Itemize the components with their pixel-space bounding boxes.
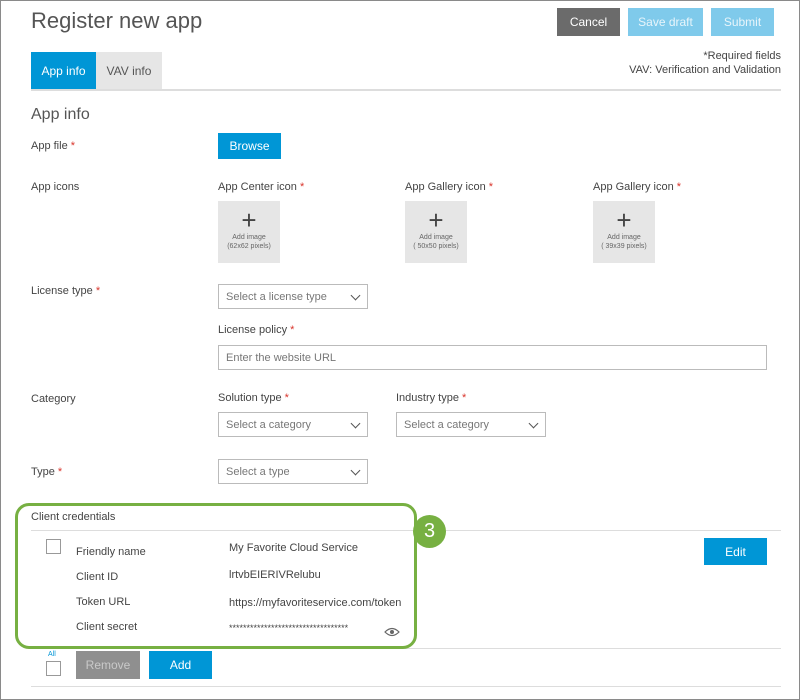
select-all-checkbox[interactable]: [46, 661, 61, 676]
required-asterisk: *: [462, 392, 467, 404]
type-label: Type *: [31, 466, 62, 478]
license-policy-url-input[interactable]: Enter the website URL: [218, 345, 767, 370]
industry-type-label-text: Industry type: [396, 392, 459, 404]
app-gallery-icon-upload-39[interactable]: + Add image ( 39x39 pixels): [593, 201, 655, 263]
plus-icon: +: [616, 205, 632, 235]
add-button[interactable]: Add: [149, 651, 212, 679]
required-asterisk: *: [290, 324, 295, 336]
app-gallery-icon-upload-50[interactable]: + Add image ( 50x50 pixels): [405, 201, 467, 263]
app-file-label: App file *: [31, 140, 75, 152]
license-type-select[interactable]: Select a license type: [218, 284, 368, 309]
license-type-label: License type *: [31, 285, 100, 297]
image-size-label: ( 50x50 pixels): [413, 243, 459, 250]
required-asterisk: *: [57, 466, 63, 478]
save-draft-button[interactable]: Save draft: [628, 8, 703, 36]
app-gallery-icon-label: App Gallery icon *: [405, 181, 493, 193]
industry-type-label: Industry type *: [396, 392, 466, 404]
solution-type-label-text: Solution type: [218, 392, 282, 404]
app-icons-label: App icons: [31, 181, 80, 193]
solution-type-select[interactable]: Select a category: [218, 412, 368, 437]
industry-type-select[interactable]: Select a category: [396, 412, 546, 437]
category-label: Category: [31, 393, 76, 405]
app-gallery-icon-label-text: App Gallery icon: [405, 181, 486, 193]
select-all-label: All: [48, 651, 56, 658]
page-title: Register new app: [31, 8, 203, 33]
app-center-icon-label: App Center icon *: [218, 181, 304, 193]
plus-icon: +: [428, 205, 444, 235]
chevron-down-icon: [528, 418, 539, 429]
tab-divider: [31, 89, 781, 91]
type-value: Select a type: [226, 465, 290, 478]
callout-highlight-box: [15, 503, 417, 649]
app-file-label-text: App file: [31, 140, 68, 152]
app-gallery-icon-label-text: App Gallery icon: [593, 181, 674, 193]
industry-type-value: Select a category: [404, 418, 489, 431]
bottom-divider: [31, 686, 781, 687]
edit-button[interactable]: Edit: [704, 538, 767, 565]
license-policy-label-text: License policy: [218, 324, 288, 336]
chevron-down-icon: [350, 290, 361, 301]
license-type-label-text: License type: [31, 285, 93, 297]
tab-app-info[interactable]: App info: [31, 52, 96, 89]
plus-icon: +: [241, 205, 257, 235]
app-center-icon-label-text: App Center icon: [218, 181, 297, 193]
type-select[interactable]: Select a type: [218, 459, 368, 484]
add-image-label: Add image: [232, 234, 266, 241]
required-asterisk: *: [676, 181, 682, 193]
required-asterisk: *: [299, 181, 305, 193]
required-asterisk: *: [284, 392, 289, 404]
browse-button[interactable]: Browse: [218, 133, 281, 159]
vav-note: VAV: Verification and Validation: [629, 64, 781, 76]
type-label-text: Type: [31, 466, 55, 478]
remove-button[interactable]: Remove: [76, 651, 140, 679]
app-gallery-icon-label-small: App Gallery icon *: [593, 181, 681, 193]
chevron-down-icon: [350, 465, 361, 476]
callout-number-badge: 3: [413, 515, 446, 548]
license-type-value: Select a license type: [226, 290, 327, 303]
required-asterisk: *: [95, 285, 101, 297]
required-asterisk: *: [70, 140, 76, 152]
section-title: App info: [31, 106, 90, 123]
image-size-label: ( 39x39 pixels): [601, 243, 647, 250]
add-image-label: Add image: [419, 234, 453, 241]
required-asterisk: *: [488, 181, 494, 193]
submit-button[interactable]: Submit: [711, 8, 774, 36]
required-note: *Required fields: [703, 50, 781, 62]
tab-vav-info[interactable]: VAV info: [96, 52, 162, 89]
license-policy-label: License policy *: [218, 324, 294, 336]
add-image-label: Add image: [607, 234, 641, 241]
image-size-label: (62x62 pixels): [227, 243, 271, 250]
cancel-button[interactable]: Cancel: [557, 8, 620, 36]
app-center-icon-upload[interactable]: + Add image (62x62 pixels): [218, 201, 280, 263]
chevron-down-icon: [350, 418, 361, 429]
solution-type-label: Solution type *: [218, 392, 289, 404]
solution-type-value: Select a category: [226, 418, 311, 431]
